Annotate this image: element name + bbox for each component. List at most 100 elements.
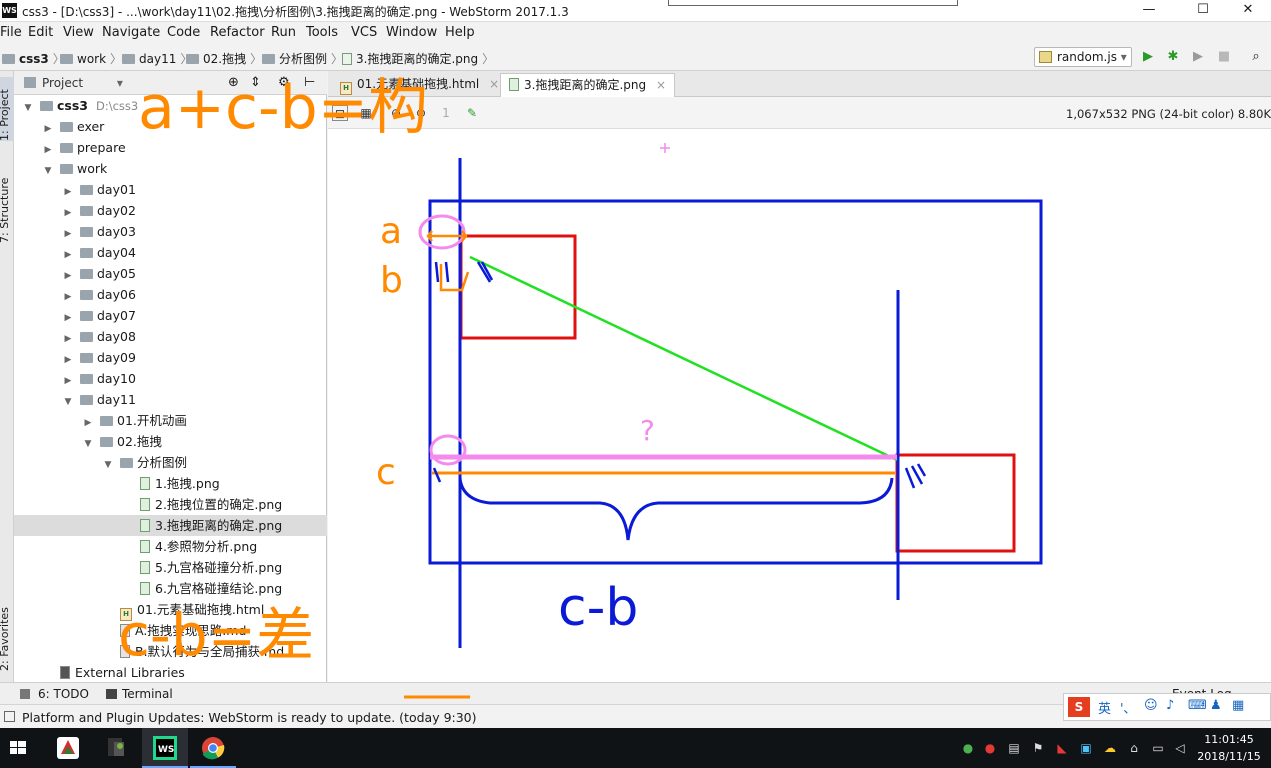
tray-app-icon[interactable]: ● — [960, 740, 976, 756]
grid-icon[interactable]: ▦ — [358, 105, 374, 121]
zoom-out-icon[interactable]: ⊖ — [413, 105, 429, 121]
menu-tools[interactable]: Tools — [306, 25, 338, 40]
tree-item[interactable]: 2.拖拽位置的确定.png — [14, 494, 327, 515]
tray-antivirus-icon[interactable]: ◣ — [1054, 740, 1070, 756]
breadcrumb-file[interactable]: 3.拖拽距离的确定.png 〉 — [342, 50, 498, 67]
toolbox-icon[interactable]: ▦ — [1232, 698, 1244, 713]
tree-item[interactable]: ▶ 01.开机动画 — [14, 410, 327, 431]
menu-vcs[interactable]: VCS — [351, 25, 377, 40]
breadcrumb-work[interactable]: work 〉 — [60, 50, 126, 67]
run-icon[interactable]: ▶ — [1140, 49, 1156, 65]
tree-item[interactable]: ▶ day05 — [14, 263, 327, 284]
target-icon[interactable]: ⊕ — [228, 75, 239, 90]
menu-code[interactable]: Code — [167, 25, 200, 40]
hide-icon[interactable]: ⊢ — [304, 75, 315, 90]
project-tree: ▼ css3 D:\css3 ▶ exer ▶ prepare ▼ work ▶ day01 ▶ day… — [14, 95, 327, 682]
color-picker-icon[interactable]: ✎ — [464, 105, 480, 121]
tree-item[interactable]: 6.九宫格碰撞结论.png — [14, 578, 327, 599]
tree-item[interactable]: ▶ day02 — [14, 200, 327, 221]
tree-item[interactable]: 5.九宫格碰撞分析.png — [14, 557, 327, 578]
close-tab-icon[interactable]: × — [489, 77, 499, 91]
tray-flag-icon[interactable]: ⚑ — [1030, 740, 1046, 756]
tray-network-app-icon[interactable]: ▣ — [1078, 740, 1094, 756]
maximize-button[interactable]: ☐ — [1180, 0, 1226, 22]
tray-volume-icon[interactable]: ◁ — [1172, 740, 1188, 756]
tree-item[interactable]: 3.拖拽距离的确定.png — [14, 515, 327, 536]
tree-item[interactable]: ▶ day08 — [14, 326, 327, 347]
menu-run[interactable]: Run — [271, 25, 296, 40]
terminal-tool-button[interactable]: Terminal — [122, 687, 173, 701]
tree-item[interactable]: ▼ work — [14, 158, 327, 179]
tree-item[interactable]: ▶ exer — [14, 116, 327, 137]
tree-item[interactable]: 1.拖拽.png — [14, 473, 327, 494]
status-message[interactable]: Platform and Plugin Updates: WebStorm is… — [22, 710, 477, 725]
skin-icon[interactable]: ♟ — [1210, 698, 1222, 713]
minimize-button[interactable]: — — [1126, 0, 1172, 22]
tree-item[interactable]: ▶ day09 — [14, 347, 327, 368]
tree-item[interactable]: ▶ day10 — [14, 368, 327, 389]
tree-item[interactable]: ▶ day01 — [14, 179, 327, 200]
coverage-icon[interactable]: ▶ — [1190, 49, 1206, 65]
menu-window[interactable]: Window — [386, 25, 437, 40]
flash-app-icon[interactable] — [46, 728, 92, 768]
webstorm-app-icon[interactable]: WS — [142, 728, 188, 768]
terminal-app-icon[interactable] — [96, 728, 142, 768]
emoji-icon[interactable]: ☺ — [1144, 698, 1158, 713]
tray-chat-icon[interactable]: ▤ — [1006, 740, 1022, 756]
ime-language[interactable]: 英 — [1098, 698, 1111, 717]
menu-navigate[interactable]: Navigate — [102, 25, 160, 40]
tree-item[interactable]: ▼ 02.拖拽 — [14, 431, 327, 452]
tray-wifi-icon[interactable]: ⌂ — [1126, 740, 1142, 756]
chrome-app-icon[interactable] — [190, 728, 236, 768]
tree-item[interactable]: External Libraries — [14, 662, 327, 683]
tree-item[interactable]: B.默认行为与全局捕获.md — [14, 641, 327, 662]
keyboard-icon[interactable]: ⌨ — [1188, 698, 1207, 713]
sogou-icon[interactable]: S — [1068, 697, 1090, 717]
microphone-icon[interactable]: ♪ — [1166, 698, 1174, 713]
status-toggle-icon[interactable] — [4, 711, 15, 722]
tree-item[interactable]: ▶ prepare — [14, 137, 327, 158]
taskbar-clock[interactable]: 11:01:45 2018/11/15 — [1190, 731, 1268, 765]
collapse-icon[interactable]: ⇕ — [250, 75, 261, 90]
zoom-in-icon[interactable]: ⊕ — [388, 105, 404, 121]
breadcrumb-drag[interactable]: 02.拖拽〉 — [186, 50, 266, 67]
close-tab-icon[interactable]: × — [656, 78, 666, 92]
tree-item[interactable]: ▶ day07 — [14, 305, 327, 326]
search-icon[interactable]: ⌕ — [1248, 49, 1264, 65]
tree-item[interactable]: ▼ 分析图例 — [14, 452, 327, 473]
tray-display-icon[interactable]: ▭ — [1150, 740, 1166, 756]
image-file-icon — [342, 53, 352, 65]
windows-start-icon[interactable] — [0, 728, 46, 768]
menu-refactor[interactable]: Refactor — [210, 25, 265, 40]
menu-edit[interactable]: Edit — [28, 25, 53, 40]
tree-item[interactable]: A.拖拽实现思路.md — [14, 620, 327, 641]
tree-item[interactable]: H 01.元素基础拖拽.html — [14, 599, 327, 621]
search-everywhere-box[interactable] — [668, 0, 958, 6]
actual-size-icon[interactable]: 1 — [438, 105, 454, 121]
gear-icon[interactable]: ⚙ — [278, 75, 290, 90]
debug-icon[interactable]: ✱ — [1165, 49, 1181, 65]
tab-png-file[interactable]: 3.拖拽距离的确定.png × — [500, 73, 675, 97]
punctuation-icon[interactable]: '､ — [1120, 698, 1130, 717]
folder-icon — [122, 54, 135, 64]
breadcrumb-analysis[interactable]: 分析图例〉 — [262, 50, 347, 67]
stop-icon[interactable]: ■ — [1216, 49, 1232, 65]
tray-record-icon[interactable]: ● — [982, 740, 998, 756]
todo-tool-button[interactable]: 6: TODO — [38, 687, 89, 701]
close-button[interactable]: ✕ — [1225, 0, 1271, 22]
menu-file[interactable]: File — [0, 25, 22, 40]
fit-icon[interactable]: ⊡ — [332, 105, 348, 121]
tree-item[interactable]: 4.参照物分析.png — [14, 536, 327, 557]
tree-item[interactable]: ▶ day04 — [14, 242, 327, 263]
tree-item[interactable]: ▼ css3 D:\css3 — [14, 95, 327, 116]
tray-weather-icon[interactable]: ☁ — [1102, 740, 1118, 756]
menu-help[interactable]: Help — [445, 25, 475, 40]
menu-view[interactable]: View — [63, 25, 94, 40]
project-view-selector[interactable]: Project ▾ — [42, 76, 123, 90]
tree-item[interactable]: ▼ day11 — [14, 389, 327, 410]
tree-item[interactable]: ▶ day03 — [14, 221, 327, 242]
breadcrumb-css3[interactable]: css3 〉 — [2, 50, 69, 67]
tree-item[interactable]: ▶ day06 — [14, 284, 327, 305]
run-config-select[interactable]: random.js ▾ — [1034, 47, 1132, 67]
tab-html-file[interactable]: H 01.元素基础拖拽.html × — [332, 73, 507, 97]
